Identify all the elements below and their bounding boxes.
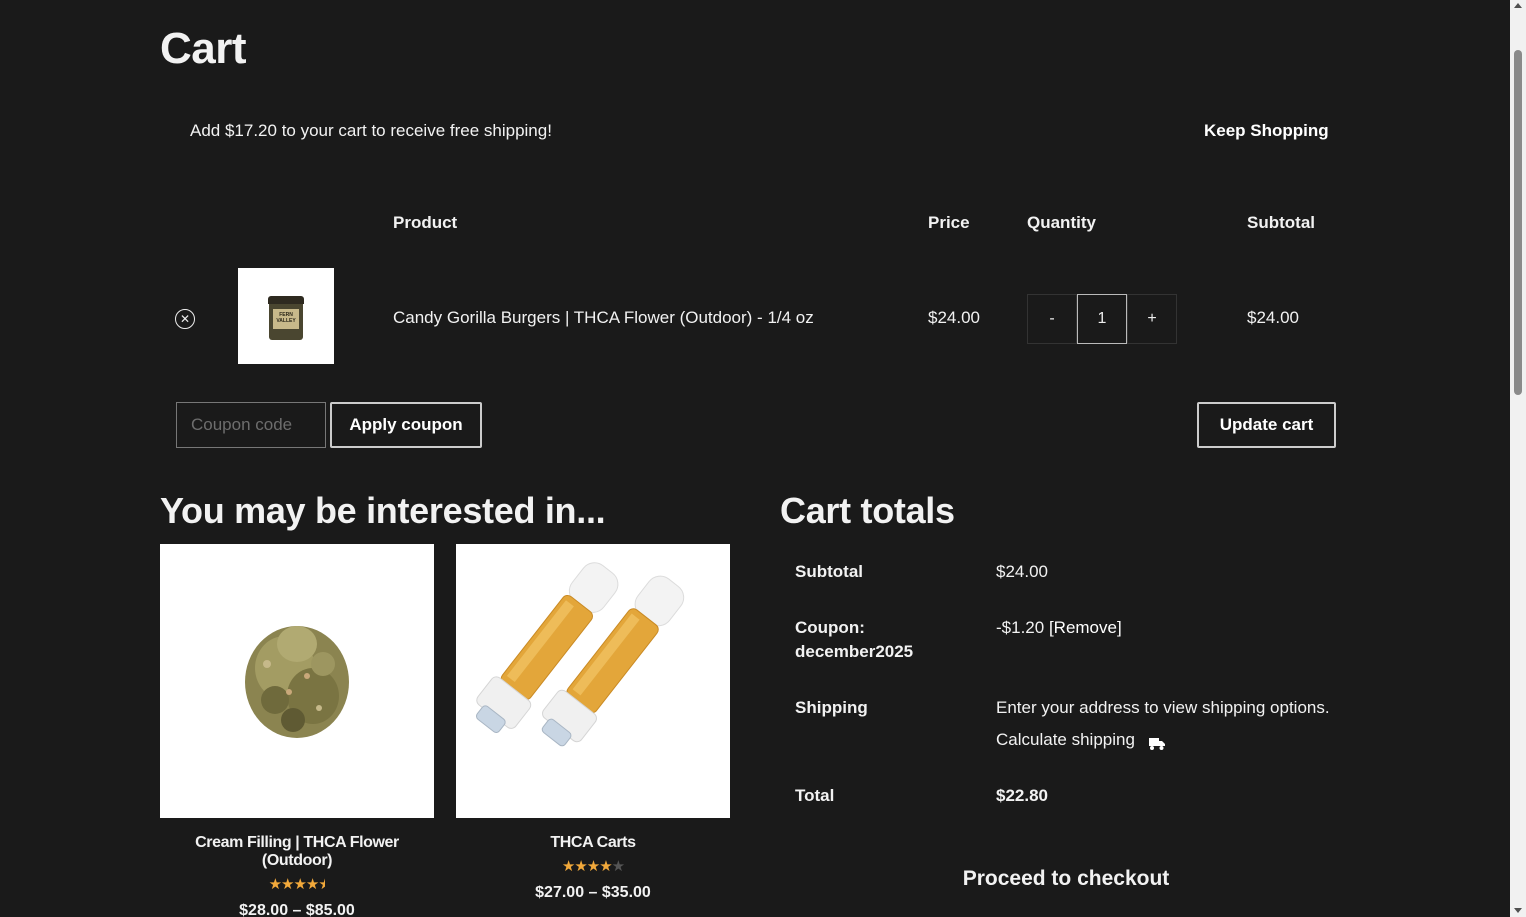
keep-shopping-link[interactable]: Keep Shopping — [1204, 121, 1329, 141]
column-header-product: Product — [393, 213, 458, 232]
product-price: $28.00 – $85.00 — [239, 902, 355, 917]
remove-item-button[interactable]: ✕ — [175, 309, 195, 329]
product-name[interactable]: THCA Carts — [456, 834, 730, 852]
star-rating: ★★★★★ — [561, 858, 625, 875]
scroll-down-arrow-icon[interactable] — [1514, 908, 1522, 913]
page-title: Cart — [160, 24, 247, 73]
product-image-flower[interactable] — [160, 544, 434, 818]
cart-totals-title: Cart totals — [780, 490, 955, 531]
coupon-code-input[interactable] — [176, 402, 326, 448]
product-card[interactable]: Cream Filling | THCA Flower (Outdoor) ★★… — [160, 544, 434, 917]
calculate-shipping-link[interactable]: Calculate shipping — [996, 728, 1166, 752]
total-label: Total — [795, 786, 835, 805]
scrollbar-thumb[interactable] — [1514, 50, 1522, 395]
subtotal-value: $24.00 — [996, 562, 1048, 581]
free-shipping-notice: Add $17.20 to your cart to receive free … — [190, 121, 552, 140]
shipping-text: Enter your address to view shipping opti… — [996, 698, 1330, 717]
product-name[interactable]: Cream Filling | THCA Flower (Outdoor) — [160, 834, 434, 870]
total-value: $22.80 — [996, 786, 1048, 805]
product-card[interactable]: THCA Carts ★★★★★ $27.00 – $35.00 — [456, 544, 730, 902]
quantity-stepper: - 1 + — [1027, 294, 1177, 344]
column-header-quantity: Quantity — [1027, 213, 1096, 232]
vape-carts-image — [475, 562, 685, 747]
close-icon: ✕ — [179, 312, 191, 326]
star-rating: ★★★★★ — [268, 876, 326, 893]
quantity-decrement-button[interactable]: - — [1027, 294, 1077, 344]
remove-coupon-link[interactable]: [Remove] — [1049, 618, 1122, 637]
update-cart-button[interactable]: Update cart — [1197, 402, 1336, 448]
scroll-up-arrow-icon[interactable] — [1514, 3, 1522, 8]
cross-sells-title: You may be interested in... — [160, 490, 606, 531]
coupon-label: Coupon: december2025 — [795, 616, 913, 664]
column-header-price: Price — [928, 213, 970, 232]
cart-page: Cart Add $17.20 to your cart to receive … — [0, 0, 1510, 917]
coupon-label-prefix: Coupon: — [795, 618, 865, 637]
shipping-label: Shipping — [795, 698, 868, 717]
truck-icon — [1148, 734, 1166, 750]
cart-item-subtotal: $24.00 — [1247, 308, 1299, 327]
vertical-scrollbar[interactable] — [1510, 0, 1526, 917]
coupon-code: december2025 — [795, 642, 914, 661]
cart-item-name[interactable]: Candy Gorilla Burgers | THCA Flower (Out… — [393, 308, 814, 328]
flower-bud-image — [245, 626, 349, 738]
proceed-to-checkout-button[interactable]: Proceed to checkout — [880, 867, 1252, 891]
product-price: $27.00 – $35.00 — [535, 884, 651, 901]
jar-image: FERN VALLEY — [268, 296, 304, 340]
column-header-subtotal: Subtotal — [1247, 213, 1315, 232]
quantity-increment-button[interactable]: + — [1127, 294, 1177, 344]
coupon-discount-value: -$1.20 — [996, 618, 1045, 637]
quantity-input[interactable]: 1 — [1077, 294, 1127, 344]
cart-item-price: $24.00 — [928, 308, 980, 327]
product-image-carts[interactable] — [456, 544, 730, 818]
calculate-shipping-label: Calculate shipping — [996, 730, 1135, 749]
apply-coupon-button[interactable]: Apply coupon — [330, 402, 482, 448]
jar-label: FERN VALLEY — [273, 309, 299, 329]
product-thumbnail[interactable]: FERN VALLEY — [238, 268, 334, 364]
coupon-discount: -$1.20 [Remove] — [996, 616, 1122, 640]
subtotal-label: Subtotal — [795, 562, 863, 581]
